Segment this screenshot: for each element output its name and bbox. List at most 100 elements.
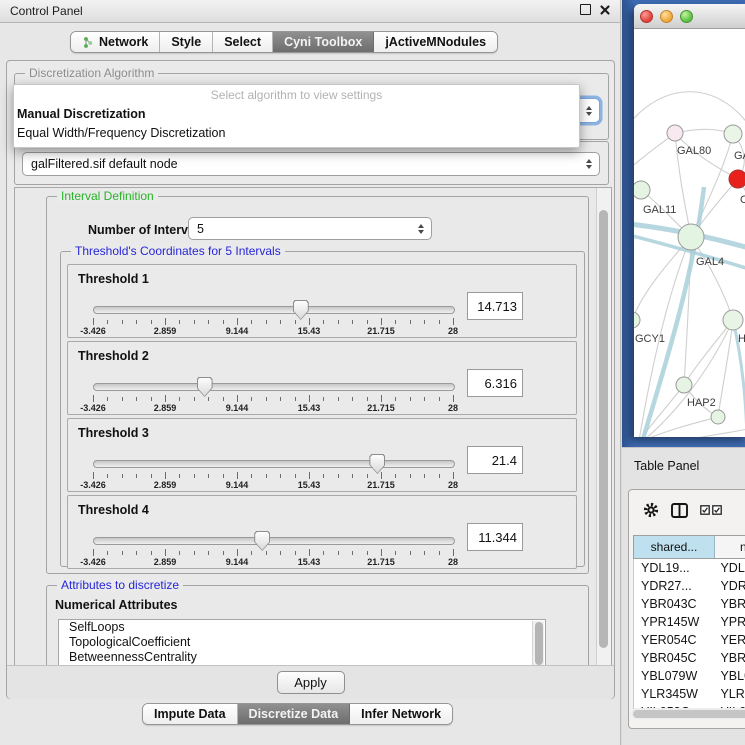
tab-impute-data[interactable]: Impute Data [143,704,238,724]
table-row[interactable]: YDR27...YDR2 [634,577,745,595]
float-window-icon[interactable] [580,4,591,15]
table-cell[interactable]: YPR1 [715,613,745,631]
threshold-slider[interactable]: -3.4262.8599.14415.4321.71528 [93,496,453,568]
checkbox-checked-icon[interactable] [712,505,722,515]
node-label: H [738,333,745,345]
network-node[interactable] [634,181,650,199]
minimize-traffic-light[interactable] [660,10,673,23]
apply-button[interactable]: Apply [277,671,345,694]
tab-infer-network[interactable]: Infer Network [350,704,452,724]
slider-tick-labels: -3.4262.8599.14415.4321.71528 [93,557,453,567]
columns-icon[interactable] [671,503,688,518]
interval-definition-group: Interval Definition Number of Intervals … [46,196,589,574]
table-cell[interactable]: YBR043C [634,595,715,613]
table-cell[interactable]: YLR3 [715,685,745,703]
table-row[interactable]: YBL079WYBL0 [634,667,745,685]
table-cell[interactable]: YBL0 [715,667,745,685]
network-node[interactable] [634,312,640,328]
tab-discretize-data[interactable]: Discretize Data [238,704,351,724]
table-cell[interactable]: YLR345W [634,685,715,703]
threshold-slider[interactable]: -3.4262.8599.14415.4321.71528 [93,419,453,491]
list-scrollbar[interactable] [532,621,544,666]
table-cell[interactable]: YER0 [715,631,745,649]
tab-network[interactable]: Network [71,32,160,52]
settings-scrollbar[interactable] [596,188,611,666]
cyni-toolbox-panel: Discretization Algorithm Table Data galF… [6,60,615,699]
tab-jactivemnodules[interactable]: jActiveMNodules [374,32,497,52]
threshold-slider[interactable]: -3.4262.8599.14415.4321.71528 [93,265,453,337]
scrollbar-thumb[interactable] [599,210,608,648]
tab-cyni-toolbox[interactable]: Cyni Toolbox [273,32,374,52]
table-cell[interactable]: YBR0 [715,595,745,613]
scrollbar-thumb[interactable] [633,710,745,718]
tab-label: Impute Data [154,707,226,721]
threshold-slider[interactable]: -3.4262.8599.14415.4321.71528 [93,342,453,414]
slider-track[interactable] [93,460,455,468]
tab-select[interactable]: Select [213,32,273,52]
close-icon[interactable] [600,5,610,15]
slider-thumb[interactable] [293,300,309,320]
close-traffic-light[interactable] [640,10,653,23]
attribute-item[interactable]: BetweennessCentrality [59,650,545,665]
column-header-shared-name[interactable]: shared... [633,536,715,558]
slider-thumb[interactable] [369,454,385,474]
network-node[interactable] [723,310,743,330]
threshold-row: Threshold 3-3.4262.8599.14415.4321.71528… [67,418,577,492]
table-cell[interactable]: YPR145W [634,613,715,631]
threshold-row: Threshold 2-3.4262.8599.14415.4321.71528… [67,341,577,415]
tab-label: Style [171,35,201,49]
network-edge [684,320,733,385]
slider-track[interactable] [93,383,455,391]
network-node[interactable] [711,410,725,424]
table-row[interactable]: YDL19...YDL1 [634,559,745,577]
table-header-row: shared... n [633,535,745,559]
network-node[interactable] [676,377,692,393]
table-cell[interactable]: YDL1 [715,559,745,577]
table-row[interactable]: YLR345WYLR3 [634,685,745,703]
threshold-value-field[interactable]: 6.316 [467,369,523,397]
threshold-row: Threshold 1-3.4262.8599.14415.4321.71528… [67,264,577,338]
checkbox-checked-icon[interactable] [700,505,710,515]
interval-group-title: Interval Definition [57,189,158,203]
table-cell[interactable]: YBL079W [634,667,715,685]
popup-item[interactable]: Equal Width/Frequency Discretization [14,124,579,143]
table-cell[interactable]: YDR2 [715,577,745,595]
network-node[interactable] [724,125,742,143]
panel-title: Control Panel [10,4,83,18]
table-cell[interactable]: YDR27... [634,577,715,595]
network-canvas[interactable]: GAL80GACGAL11GAL4GCY1HHAP2 [634,29,745,437]
table-cell[interactable]: YER054C [634,631,715,649]
table-row[interactable]: YBR045CYBR0 [634,649,745,667]
popup-item[interactable]: Manual Discretization [14,105,579,124]
threshold-value-field[interactable]: 14.713 [467,292,523,320]
numerical-attributes-list[interactable]: SelfLoopsTopologicalCoefficientBetweenne… [58,619,546,667]
network-node[interactable] [729,170,745,188]
column-header-name[interactable]: n [715,536,745,558]
network-icon [82,36,94,49]
attribute-item[interactable]: TopologicalCoefficient [59,635,545,650]
gear-icon[interactable] [643,502,659,518]
table-cell[interactable]: YDL19... [634,559,715,577]
slider-thumb[interactable] [197,377,213,397]
tab-style[interactable]: Style [160,32,213,52]
table-row[interactable]: YPR145WYPR1 [634,613,745,631]
number-of-intervals-combo[interactable]: 5 [188,217,432,240]
threshold-value-field[interactable]: 11.344 [467,523,523,551]
slider-thumb[interactable] [254,531,270,551]
network-node[interactable] [667,125,683,141]
tab-label: Infer Network [361,707,441,721]
table-cell[interactable]: YBR0 [715,649,745,667]
table-data-combo[interactable]: galFiltered.sif default node [22,152,600,176]
attribute-item[interactable]: SelfLoops [59,620,545,635]
table-row[interactable]: YBR043CYBR0 [634,595,745,613]
slider-track[interactable] [93,537,455,545]
number-of-intervals-value: 5 [197,222,204,236]
slider-track[interactable] [93,306,455,314]
table-hscrollbar[interactable] [631,708,745,719]
zoom-traffic-light[interactable] [680,10,693,23]
table-cell[interactable]: YBR045C [634,649,715,667]
table-row[interactable]: YER054CYER0 [634,631,745,649]
apply-bar: Apply [7,665,614,699]
threshold-value-field[interactable]: 21.4 [467,446,523,474]
network-node[interactable] [678,224,704,250]
